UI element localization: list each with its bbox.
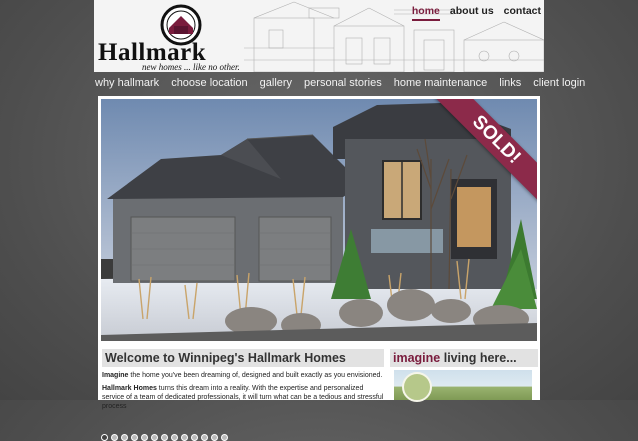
welcome-p1-text: the home you've been dreaming of, design… (128, 372, 383, 379)
main-nav-personal-stories[interactable]: personal stories (298, 77, 388, 89)
welcome-heading: Welcome to Winnipeg's Hallmark Homes (102, 349, 384, 367)
hero-image[interactable]: SOLD! (101, 99, 537, 341)
slideshow-dot-11[interactable] (201, 434, 208, 441)
slideshow-dot-4[interactable] (131, 434, 138, 441)
welcome-paragraph-2: Hallmark Homes turns this dream into a r… (102, 384, 384, 411)
slideshow-dot-10[interactable] (191, 434, 198, 441)
slideshow-dot-6[interactable] (151, 434, 158, 441)
main-nav-choose-location[interactable]: choose location (165, 77, 253, 89)
content-area: Welcome to Winnipeg's Hallmark Homes Ima… (98, 346, 540, 410)
main-nav-gallery[interactable]: gallery (254, 77, 298, 89)
imagine-heading-accent: imagine (393, 351, 441, 365)
community-thumbnail[interactable] (394, 370, 532, 402)
welcome-section: Welcome to Winnipeg's Hallmark Homes Ima… (102, 349, 384, 411)
slideshow-dot-12[interactable] (211, 434, 218, 441)
welcome-p2-lead: Hallmark Homes (102, 385, 157, 392)
main-nav-why-hallmark[interactable]: why hallmark (94, 77, 165, 89)
slideshow-pager (101, 434, 228, 441)
main-nav-links[interactable]: links (493, 77, 527, 89)
top-nav-home[interactable]: home (411, 5, 440, 21)
hallmark-logo[interactable]: Hallmark new homes ... like no other. (98, 2, 248, 72)
imagine-heading-rest: living here... (440, 351, 517, 365)
welcome-p1-lead: Imagine (102, 372, 129, 379)
hero-slideshow: SOLD! (98, 96, 540, 441)
community-badge-icon (402, 372, 432, 402)
house-photo (101, 99, 537, 341)
main-nav-home-maintenance[interactable]: home maintenance (388, 77, 494, 89)
slideshow-dot-3[interactable] (121, 434, 128, 441)
top-nav-about-us[interactable]: about us (450, 5, 494, 21)
logo-tagline: new homes ... like no other. (142, 62, 240, 72)
slideshow-dot-5[interactable] (141, 434, 148, 441)
slideshow-dot-2[interactable] (111, 434, 118, 441)
welcome-paragraph-1: Imagine the home you've been dreaming of… (102, 371, 384, 380)
top-nav: home about us contact (411, 5, 541, 21)
header: Hallmark new homes ... like no other. ho… (94, 0, 544, 72)
slideshow-dot-13[interactable] (221, 434, 228, 441)
slideshow-dot-9[interactable] (181, 434, 188, 441)
slideshow-dot-1[interactable] (101, 434, 108, 441)
imagine-section: imagine living here... (390, 349, 538, 402)
slideshow-dot-8[interactable] (171, 434, 178, 441)
top-nav-contact[interactable]: contact (504, 5, 541, 21)
imagine-heading: imagine living here... (390, 349, 538, 367)
slideshow-dot-7[interactable] (161, 434, 168, 441)
main-nav-client-login[interactable]: client login (527, 77, 591, 89)
page: Hallmark new homes ... like no other. ho… (94, 0, 585, 441)
main-nav: why hallmark choose location gallery per… (94, 73, 585, 93)
